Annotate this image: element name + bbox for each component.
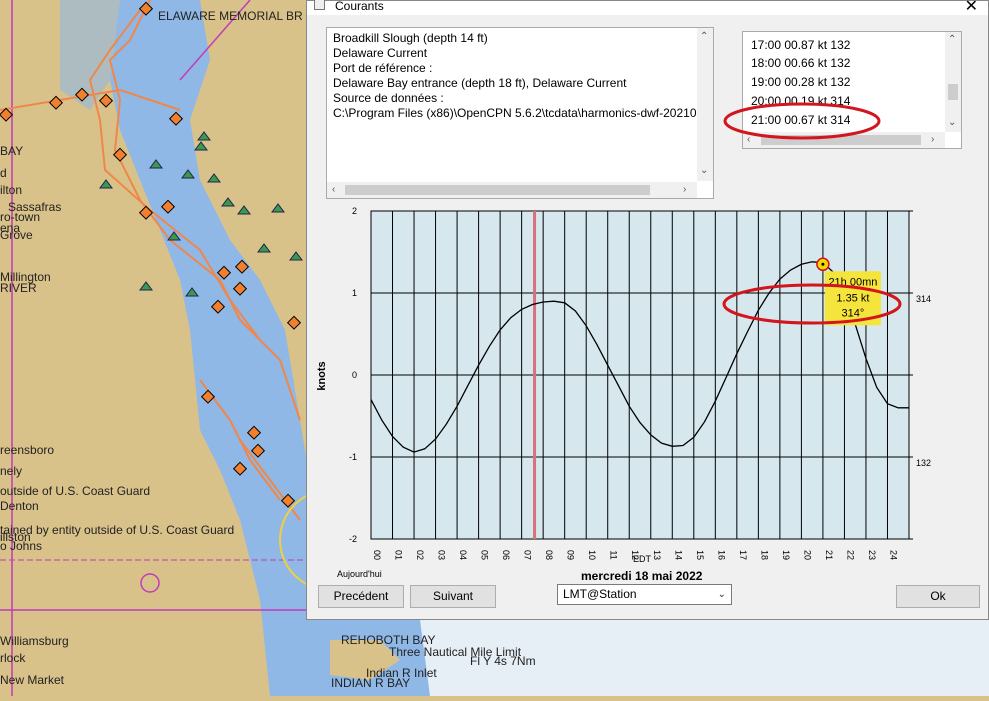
y-tick-label: 2 xyxy=(352,206,357,216)
currents-dialog: Courants ✕ Broadkill Slough (depth 14 ft… xyxy=(306,0,989,620)
tooltip-direction: 314° xyxy=(842,307,865,319)
map-label: ilton xyxy=(0,183,23,197)
direction-label-132: 132 xyxy=(916,458,931,468)
x-tick-label: 24 xyxy=(888,550,898,560)
y-tick-label: 1 xyxy=(352,288,357,298)
map-label: INDIAN R BAY xyxy=(331,676,411,690)
x-tick-label: 14 xyxy=(673,550,683,560)
x-tick-label: 19 xyxy=(781,550,791,560)
x-tick-label: 00 xyxy=(372,550,382,560)
x-tick-label: 15 xyxy=(695,550,705,560)
selected-point-dot xyxy=(821,262,825,266)
x-tick-label: 10 xyxy=(587,550,597,560)
highlight-ellipse xyxy=(723,102,881,140)
previous-button[interactable]: Precédent xyxy=(318,585,404,608)
x-tick-label: 17 xyxy=(738,550,748,560)
next-button[interactable]: Suivant xyxy=(410,585,496,608)
x-tick-label: 03 xyxy=(437,550,447,560)
y-tick-label: -2 xyxy=(349,534,357,544)
timezone-label: EDT xyxy=(633,554,651,564)
map-label: reensboro xyxy=(0,443,55,457)
ok-button[interactable]: Ok xyxy=(896,585,980,608)
x-tick-label: 13 xyxy=(652,550,662,560)
y-axis-label: knots xyxy=(316,361,328,390)
map-label: outside of U.S. Coast Guard xyxy=(0,484,151,498)
map-label: tained by entity outside of U.S. Coast G… xyxy=(0,523,235,537)
x-tick-label: 04 xyxy=(458,550,468,560)
map-label: RIVER xyxy=(0,281,37,295)
chevron-down-icon: ⌄ xyxy=(717,589,726,600)
x-tick-label: 20 xyxy=(802,550,812,560)
x-tick-label: 16 xyxy=(716,550,726,560)
y-tick-label: 0 xyxy=(352,370,357,380)
y-axis-ticks: 2 1 0 -1 -2 xyxy=(349,206,357,544)
x-tick-label: 08 xyxy=(544,550,554,560)
x-tick-label: 22 xyxy=(845,550,855,560)
x-tick-label: 05 xyxy=(480,550,490,560)
x-tick-label: 09 xyxy=(566,550,576,560)
map-label: Fl Y 4s 7Nm xyxy=(470,654,536,668)
map-label: o Johns xyxy=(0,539,43,553)
timezone-select[interactable]: LMT@Station ⌄ xyxy=(557,584,732,605)
map-label: d xyxy=(0,166,7,180)
x-tick-label: 23 xyxy=(867,550,877,560)
x-tick-label: 06 xyxy=(501,550,511,560)
map-label: nely xyxy=(0,464,23,478)
map-label: Grove xyxy=(0,228,33,242)
direction-label-314: 314 xyxy=(916,294,931,304)
date-label: mercredi 18 mai 2022 xyxy=(581,569,703,583)
x-tick-label: 18 xyxy=(759,550,769,560)
timezone-select-value: LMT@Station xyxy=(563,587,637,601)
x-tick-label: 01 xyxy=(394,550,404,560)
map-label: Williamsburg xyxy=(0,634,69,648)
map-label: New Market xyxy=(0,673,65,687)
x-tick-label: 07 xyxy=(523,550,533,560)
tooltip-speed: 1.35 kt xyxy=(836,292,869,304)
map-label: BAY xyxy=(0,144,24,158)
tidal-current-chart: 210-1-2 00 01 02 03 04 05 06 07 08 09 10 11 12 13 14 15… xyxy=(316,102,931,560)
x-tick-label: 11 xyxy=(609,550,619,559)
x-tick-label: 21 xyxy=(824,550,834,560)
map-label: Denton xyxy=(0,499,39,513)
map-label: ELAWARE MEMORIAL BR xyxy=(158,9,303,23)
x-tick-label: 02 xyxy=(415,550,425,560)
y-tick-label: -1 xyxy=(349,452,357,462)
map-label: rlock xyxy=(0,651,26,665)
today-label: Aujourd'hui xyxy=(337,569,382,579)
